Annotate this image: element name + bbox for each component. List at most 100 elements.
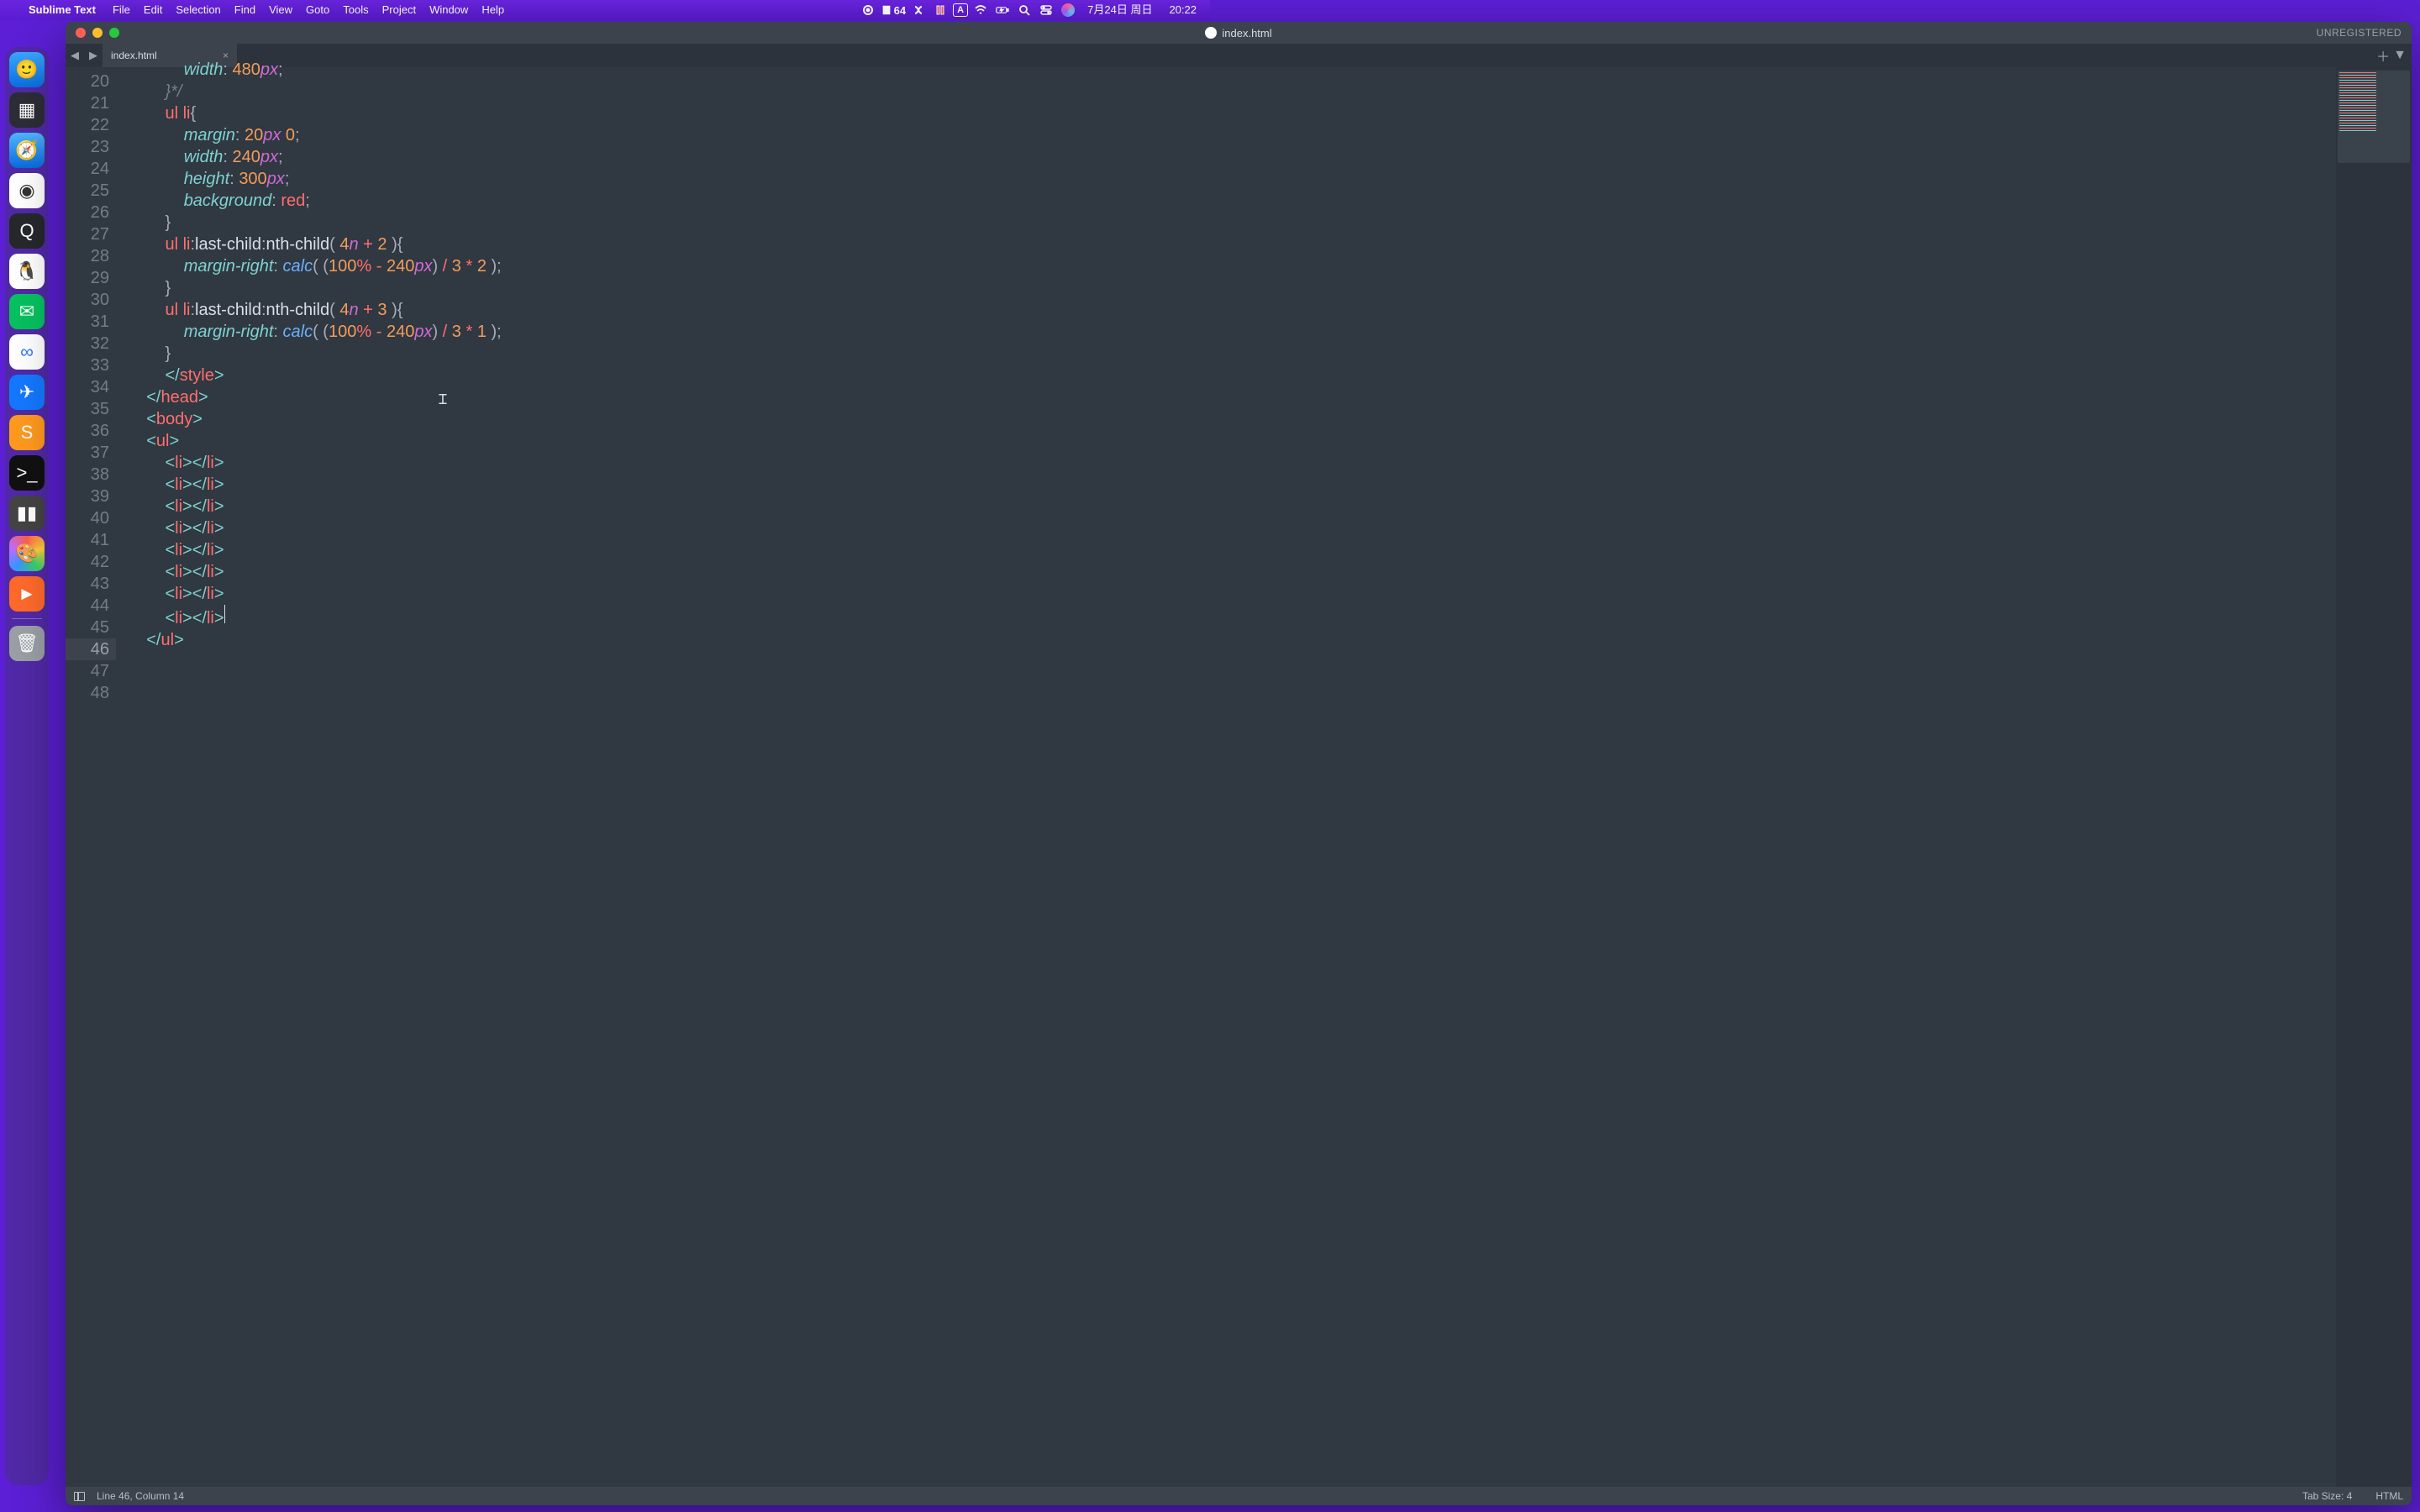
menubar-time[interactable]: 20:22: [1162, 0, 1203, 20]
menu-edit[interactable]: Edit: [137, 3, 169, 16]
line-number[interactable]: 23: [66, 136, 116, 158]
menu-goto[interactable]: Goto: [299, 3, 336, 16]
line-number[interactable]: 47: [66, 660, 116, 682]
line-number[interactable]: 30: [66, 289, 116, 311]
window-titlebar[interactable]: index.html UNREGISTERED: [66, 22, 2412, 44]
app-menu[interactable]: Sublime Text: [22, 0, 103, 20]
line-number[interactable]: 33: [66, 354, 116, 376]
line-number[interactable]: 48: [66, 682, 116, 704]
code-line[interactable]: margin-right: calc( (100% - 240px) / 3 *…: [128, 321, 2336, 343]
status-syntax[interactable]: HTML: [2375, 1490, 2403, 1502]
line-number[interactable]: 25: [66, 180, 116, 202]
line-number[interactable]: 20: [66, 71, 116, 92]
line-number[interactable]: 37: [66, 442, 116, 464]
line-number[interactable]: 44: [66, 595, 116, 617]
code-line[interactable]: <li></li>: [128, 605, 2336, 629]
code-line[interactable]: <li></li>: [128, 496, 2336, 517]
code-line[interactable]: <li></li>: [128, 561, 2336, 583]
dock-sublime[interactable]: S: [9, 415, 45, 450]
menubar-date[interactable]: 7月24日 周日: [1081, 0, 1159, 20]
line-number[interactable]: 31: [66, 311, 116, 333]
sync-icon[interactable]: [909, 1, 928, 19]
line-number[interactable]: 21: [66, 92, 116, 114]
dock-qq[interactable]: 🐧: [9, 254, 45, 289]
menu-view[interactable]: View: [262, 3, 299, 16]
record-icon[interactable]: [859, 1, 877, 19]
code-line[interactable]: <li></li>: [128, 474, 2336, 496]
code-line[interactable]: margin-right: calc( (100% - 240px) / 3 *…: [128, 255, 2336, 277]
dock-safari[interactable]: 🧭: [9, 133, 45, 168]
line-number-gutter[interactable]: 2021222324252627282930313233343536373839…: [66, 67, 116, 1487]
dock-launchpad[interactable]: ▦: [9, 92, 45, 128]
line-number[interactable]: 32: [66, 333, 116, 354]
pause-icon[interactable]: [931, 1, 950, 19]
line-number[interactable]: 40: [66, 507, 116, 529]
code-line[interactable]: ul li:last-child:nth-child( 4n + 3 ){: [128, 299, 2336, 321]
dock-mail[interactable]: ►: [9, 576, 45, 612]
code-line[interactable]: margin: 20px 0;: [128, 124, 2336, 146]
code-line[interactable]: ul li:last-child:nth-child( 4n + 2 ){: [128, 234, 2336, 255]
code-line[interactable]: width: 240px;: [128, 146, 2336, 168]
line-number[interactable]: 35: [66, 398, 116, 420]
minimap[interactable]: [2336, 67, 2412, 1487]
code-line[interactable]: </style>: [128, 365, 2336, 386]
siri-icon[interactable]: [1059, 1, 1077, 19]
line-number[interactable]: 22: [66, 114, 116, 136]
line-number[interactable]: 43: [66, 573, 116, 595]
code-line[interactable]: }: [128, 277, 2336, 299]
menu-find[interactable]: Find: [228, 3, 262, 16]
line-number[interactable]: 42: [66, 551, 116, 573]
code-line[interactable]: <li></li>: [128, 517, 2336, 539]
line-number[interactable]: 41: [66, 529, 116, 551]
control-center-icon[interactable]: [1037, 1, 1055, 19]
dock-chrome[interactable]: ◉: [9, 173, 45, 208]
line-number[interactable]: 27: [66, 223, 116, 245]
line-number[interactable]: 39: [66, 486, 116, 507]
nav-forward-button[interactable]: ▶: [84, 44, 103, 67]
status-badge[interactable]: 64: [881, 4, 906, 17]
line-number[interactable]: 38: [66, 464, 116, 486]
code-line[interactable]: </head>: [128, 386, 2336, 408]
code-line[interactable]: <li></li>: [128, 452, 2336, 474]
line-number[interactable]: 45: [66, 617, 116, 638]
code-line[interactable]: <li></li>: [128, 539, 2336, 561]
code-line[interactable]: <li></li>: [128, 583, 2336, 605]
code-line[interactable]: <body>: [128, 408, 2336, 430]
menu-project[interactable]: Project: [376, 3, 423, 16]
code-line[interactable]: </ul>: [128, 629, 2336, 651]
input-source[interactable]: A: [953, 3, 968, 17]
dock-wechat[interactable]: ✉: [9, 294, 45, 329]
code-line[interactable]: }: [128, 343, 2336, 365]
code-line[interactable]: height: 300px;: [128, 168, 2336, 190]
line-number[interactable]: 34: [66, 376, 116, 398]
status-position[interactable]: Line 46, Column 14: [97, 1490, 184, 1502]
line-number[interactable]: 26: [66, 202, 116, 223]
code-line[interactable]: }: [128, 212, 2336, 234]
dock-art[interactable]: 🎨: [9, 536, 45, 571]
dock-terminal[interactable]: >_: [9, 455, 45, 491]
nav-back-button[interactable]: ◀: [66, 44, 84, 67]
dock-feishu[interactable]: ✈: [9, 375, 45, 410]
line-number[interactable]: 24: [66, 158, 116, 180]
menu-file[interactable]: File: [106, 3, 137, 16]
line-number[interactable]: 29: [66, 267, 116, 289]
dock-quicktime[interactable]: Q: [9, 213, 45, 249]
spotlight-icon[interactable]: [1015, 1, 1034, 19]
code-line[interactable]: background: red;: [128, 190, 2336, 212]
code-line[interactable]: }*/: [128, 81, 2336, 102]
menu-help[interactable]: Help: [475, 3, 511, 16]
status-tabsize[interactable]: Tab Size: 4: [2302, 1490, 2352, 1502]
menu-window[interactable]: Window: [423, 3, 475, 16]
new-tab-button[interactable]: ＋: [2376, 45, 2390, 66]
code-line[interactable]: width: 480px;: [128, 59, 2336, 81]
dock-parallels[interactable]: ▮▮: [9, 496, 45, 531]
dock-baidu-netdisk[interactable]: ∞: [9, 334, 45, 370]
side-panel-toggle[interactable]: [74, 1492, 85, 1501]
code-line[interactable]: <ul>: [128, 430, 2336, 452]
line-number[interactable]: 46: [66, 638, 116, 660]
menu-selection[interactable]: Selection: [169, 3, 227, 16]
menu-tools[interactable]: Tools: [336, 3, 375, 16]
code-line[interactable]: ul li{: [128, 102, 2336, 124]
line-number[interactable]: 36: [66, 420, 116, 442]
tab-dropdown-button[interactable]: ▼: [2393, 48, 2407, 63]
